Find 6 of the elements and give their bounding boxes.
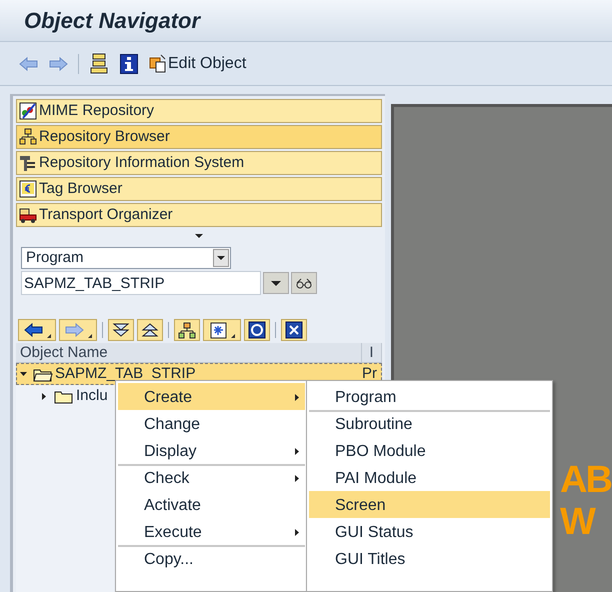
tree-item-label: SAPMZ_TAB_STRIP <box>55 364 196 384</box>
table-cell-text: Pr <box>362 364 378 384</box>
window-title: Object Navigator <box>24 7 200 35</box>
tree-item-label: Inclu <box>76 386 108 406</box>
canvas-text: AB <box>560 459 612 501</box>
canvas-text: W <box>560 501 596 543</box>
